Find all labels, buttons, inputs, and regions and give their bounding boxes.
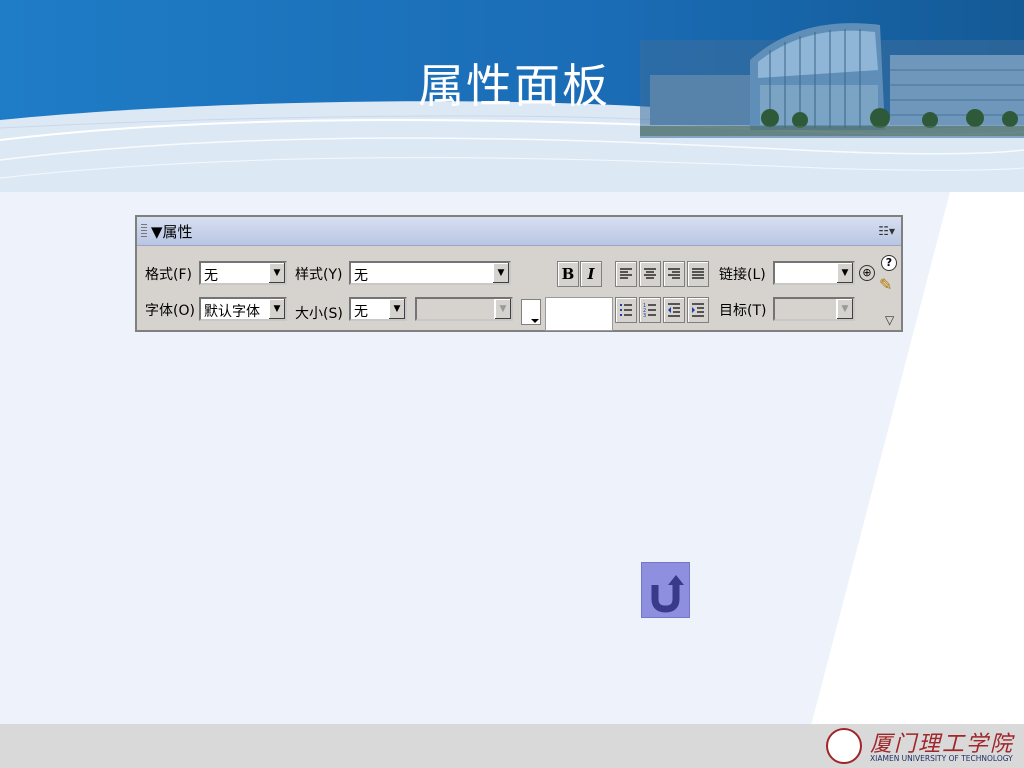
format-value: 无 bbox=[204, 268, 218, 284]
size-select[interactable]: 无 ▼ bbox=[349, 297, 407, 321]
panel-title-bar[interactable]: ▼属性 ☷▾ bbox=[137, 217, 901, 246]
italic-button[interactable]: I bbox=[580, 261, 602, 287]
u-turn-arrow-icon bbox=[651, 575, 684, 613]
bold-button[interactable]: B bbox=[557, 261, 579, 287]
size-unit-select: ▼ bbox=[415, 297, 513, 321]
align-left-icon bbox=[620, 268, 632, 279]
panel-options-menu-icon[interactable]: ☷▾ bbox=[878, 224, 895, 238]
back-button[interactable] bbox=[641, 562, 690, 618]
chevron-down-icon[interactable]: ▼ bbox=[268, 299, 285, 319]
slide-title: 属性面板 bbox=[418, 59, 610, 113]
style-label: 样式(Y) bbox=[295, 267, 343, 283]
svg-text:3: 3 bbox=[643, 313, 646, 317]
size-value: 无 bbox=[354, 304, 368, 320]
question-icon[interactable]: ? bbox=[881, 255, 897, 271]
indent-button[interactable] bbox=[687, 297, 709, 323]
property-inspector-panel: ▼属性 ☷▾ 格式(F) 无 ▼ 样式(Y) 无 ▼ B I 链接(L) ▼ ⊕… bbox=[135, 215, 903, 332]
chevron-down-icon[interactable]: ▼ bbox=[836, 263, 853, 283]
link-input[interactable]: ▼ bbox=[773, 261, 855, 285]
pencil-icon[interactable]: ✎ bbox=[879, 275, 892, 294]
ordered-list-icon: 123 bbox=[643, 303, 656, 319]
indent-icon bbox=[692, 303, 704, 317]
crosshair-icon[interactable]: ⊕ bbox=[859, 265, 875, 281]
target-select: ▼ bbox=[773, 297, 855, 321]
drag-grip-icon[interactable] bbox=[141, 224, 147, 238]
ordered-list-button[interactable]: 123 bbox=[639, 297, 661, 323]
unordered-list-icon bbox=[620, 304, 632, 316]
style-value: 无 bbox=[354, 268, 368, 284]
align-center-button[interactable] bbox=[639, 261, 661, 287]
link-label: 链接(L) bbox=[719, 267, 766, 283]
university-name-en: XIAMEN UNIVERSITY OF TECHNOLOGY bbox=[870, 754, 1013, 763]
panel-title[interactable]: ▼属性 bbox=[151, 221, 193, 242]
align-right-button[interactable] bbox=[663, 261, 685, 287]
justify-icon bbox=[692, 268, 704, 279]
font-select[interactable]: 默认字体 ▼ bbox=[199, 297, 287, 321]
university-logo: 厦门理工学院 XIAMEN UNIVERSITY OF TECHNOLOGY bbox=[822, 724, 1024, 768]
font-value: 默认字体 bbox=[204, 304, 260, 320]
align-left-button[interactable] bbox=[615, 261, 637, 287]
university-seal-icon bbox=[826, 728, 862, 764]
target-label: 目标(T) bbox=[719, 303, 767, 319]
justify-button[interactable] bbox=[687, 261, 709, 287]
format-label: 格式(F) bbox=[145, 267, 192, 283]
align-right-icon bbox=[668, 268, 680, 279]
font-label: 字体(O) bbox=[145, 303, 195, 319]
expand-panel-icon[interactable]: ▽ bbox=[885, 313, 894, 327]
chevron-down-icon[interactable]: ▼ bbox=[388, 299, 405, 319]
chevron-down-icon[interactable]: ▼ bbox=[268, 263, 285, 283]
chevron-down-icon[interactable]: ▼ bbox=[492, 263, 509, 283]
style-select[interactable]: 无 ▼ bbox=[349, 261, 511, 285]
size-label: 大小(S) bbox=[295, 306, 343, 322]
unordered-list-button[interactable] bbox=[615, 297, 637, 323]
outdent-button[interactable] bbox=[663, 297, 685, 323]
chevron-down-icon: ▼ bbox=[836, 299, 853, 319]
format-select[interactable]: 无 ▼ bbox=[199, 261, 287, 285]
text-color-input[interactable] bbox=[545, 297, 613, 331]
campus-building-illustration bbox=[640, 23, 1024, 138]
align-center-icon bbox=[644, 268, 656, 279]
text-color-picker[interactable] bbox=[521, 299, 541, 325]
outdent-icon bbox=[668, 303, 680, 317]
chevron-down-icon: ▼ bbox=[494, 299, 511, 319]
